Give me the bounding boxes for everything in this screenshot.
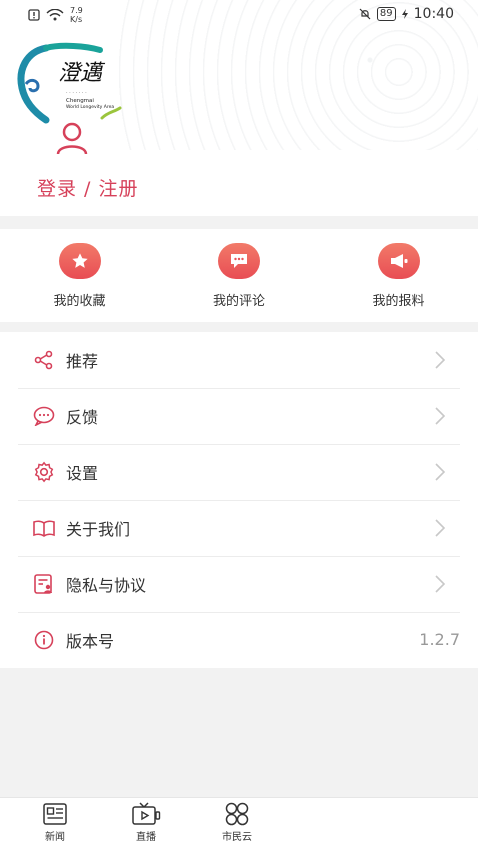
mute-icon <box>359 8 371 20</box>
menu-item-version: 版本号 1.2.7 <box>18 612 460 668</box>
chevron-right-icon <box>435 407 446 425</box>
settings-menu: 推荐 反馈 设置 关于我们 隐私与协议 版本号 1.2.7 <box>0 332 478 668</box>
nav-tab-news[interactable]: 新闻 <box>20 802 90 843</box>
my-favorites-label: 我的收藏 <box>53 294 106 309</box>
my-favorites-button[interactable]: 我的收藏 <box>0 229 159 322</box>
network-speed: 7.9 K/s <box>70 6 83 24</box>
nav-tab-citizen-cloud[interactable]: 市民云 <box>202 802 272 843</box>
gear-icon <box>32 460 56 484</box>
menu-item-recommend[interactable]: 推荐 <box>18 332 460 389</box>
charging-icon <box>401 9 408 19</box>
chengmai-logo: 澄邁 · · · · · · · Chengmai World Longevit… <box>17 42 122 124</box>
menu-item-privacy[interactable]: 隐私与协议 <box>18 556 460 613</box>
avatar-icon[interactable] <box>54 120 90 156</box>
menu-item-settings[interactable]: 设置 <box>18 444 460 501</box>
menu-item-label: 版本号 <box>66 632 115 651</box>
feedback-icon <box>32 404 56 428</box>
wifi-icon <box>46 9 64 21</box>
chevron-right-icon <box>435 519 446 537</box>
my-reports-button[interactable]: 我的报料 <box>319 229 478 322</box>
svg-text:澄邁: 澄邁 <box>58 61 106 86</box>
battery-level: 89 <box>376 7 396 21</box>
menu-item-label: 推荐 <box>66 352 99 371</box>
tv-icon <box>132 802 161 825</box>
menu-item-label: 设置 <box>66 464 99 483</box>
book-icon <box>32 516 56 540</box>
my-reports-label: 我的报料 <box>372 294 425 309</box>
menu-item-label: 反馈 <box>66 408 99 427</box>
menu-item-feedback[interactable]: 反馈 <box>18 388 460 445</box>
nav-label: 新闻 <box>45 832 65 843</box>
quick-actions: 我的收藏 我的评论 我的报料 <box>0 229 478 322</box>
nav-label: 直播 <box>136 832 156 843</box>
menu-item-about-us[interactable]: 关于我们 <box>18 500 460 557</box>
status-bar: 7.9 K/s 89 10:40 <box>0 0 478 30</box>
profile-header: 澄邁 · · · · · · · Chengmai World Longevit… <box>0 0 478 216</box>
my-comments-button[interactable]: 我的评论 <box>160 229 319 322</box>
chevron-right-icon <box>435 351 446 369</box>
svg-text:World Longevity Area: World Longevity Area <box>66 104 114 110</box>
share-icon <box>32 348 56 372</box>
nav-tab-live[interactable]: 直播 <box>111 802 181 843</box>
chevron-right-icon <box>435 575 446 593</box>
comment-icon <box>218 243 260 279</box>
star-icon <box>58 243 101 279</box>
clock: 10:40 <box>413 6 454 22</box>
svg-text:Chengmai: Chengmai <box>66 98 94 104</box>
news-icon <box>43 803 67 825</box>
megaphone-icon <box>377 243 420 279</box>
info-icon <box>32 628 56 652</box>
bottom-navigation: 新闻 直播 市民云 <box>0 797 478 850</box>
notification-icon <box>28 9 40 21</box>
privacy-icon <box>32 572 56 596</box>
svg-text:· · · · · · ·: · · · · · · · <box>66 90 87 96</box>
version-number: 1.2.7 <box>419 630 460 649</box>
menu-item-label: 隐私与协议 <box>66 576 147 595</box>
chevron-right-icon <box>435 463 446 481</box>
cloud-icon <box>225 802 249 826</box>
my-comments-label: 我的评论 <box>212 294 265 309</box>
nav-label: 市民云 <box>222 832 252 843</box>
login-register-link[interactable]: 登录 / 注册 <box>37 174 138 201</box>
menu-item-label: 关于我们 <box>66 520 131 539</box>
